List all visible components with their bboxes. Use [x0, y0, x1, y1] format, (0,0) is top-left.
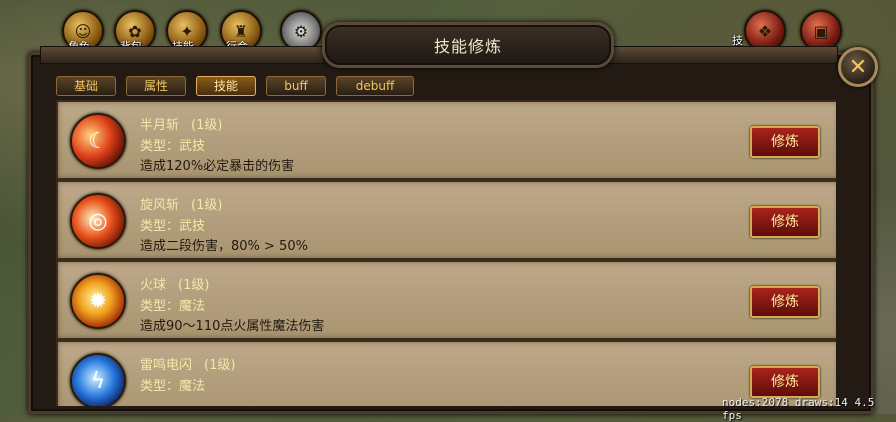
- title-wing-left: [40, 46, 324, 64]
- tab-bar: 基础 属性 技能 buff debuff: [56, 76, 414, 96]
- skill-level: (1级): [191, 198, 223, 213]
- tab-basic[interactable]: 基础: [56, 76, 116, 96]
- skill-level: (1级): [204, 358, 236, 373]
- skill-type: 类型：武技: [140, 219, 206, 234]
- tab-skills[interactable]: 技能: [196, 76, 256, 96]
- skill-level: (1级): [178, 278, 210, 293]
- tab-buff[interactable]: buff: [266, 76, 326, 96]
- skill-name: 半月斩: [140, 118, 180, 133]
- skill-row: ϟ 雷鸣电闪 (1级) 类型：魔法 修炼: [56, 340, 836, 406]
- window-title: 技能修炼: [322, 22, 614, 68]
- skill-description: 造成90～110点火属性魔法伤害: [140, 319, 325, 334]
- train-button[interactable]: 修炼: [750, 286, 820, 318]
- whirlwind-slash-icon: ◎: [70, 193, 126, 249]
- fireball-icon: ✹: [70, 273, 126, 329]
- skill-level: (1级): [191, 118, 223, 133]
- skill-name: 雷鸣电闪: [140, 358, 193, 373]
- skill-row: ◎ 旋风斩 (1级) 类型：武技 造成二段伤害，80% > 50% 修炼: [56, 180, 836, 260]
- tab-attributes[interactable]: 属性: [126, 76, 186, 96]
- skill-type: 类型：武技: [140, 139, 206, 154]
- skill-list[interactable]: ☾ 半月斩 (1级) 类型：武技 造成120%必定暴击的伤害 修炼 ◎ 旋风斩 (1…: [56, 100, 836, 406]
- title-wing-right: [608, 46, 838, 64]
- close-button[interactable]: ✕: [838, 47, 878, 87]
- skill-row: ☾ 半月斩 (1级) 类型：武技 造成120%必定暴击的伤害 修炼: [56, 100, 836, 180]
- debug-stats: nodes:2078 draws:14 4.5 fps: [722, 396, 875, 422]
- train-button[interactable]: 修炼: [750, 126, 820, 158]
- crescent-slash-icon: ☾: [70, 113, 126, 169]
- train-button[interactable]: 修炼: [750, 366, 820, 398]
- train-button[interactable]: 修炼: [750, 206, 820, 238]
- thunder-lightning-icon: ϟ: [70, 353, 126, 406]
- skill-type: 类型：魔法: [140, 379, 206, 394]
- skill-name: 火球: [140, 278, 167, 293]
- tab-debuff[interactable]: debuff: [336, 76, 414, 96]
- skill-description: 造成二段伤害，80% > 50%: [140, 239, 308, 254]
- skill-name: 旋风斩: [140, 198, 180, 213]
- skill-type: 类型：魔法: [140, 299, 206, 314]
- skill-description: 造成120%必定暴击的伤害: [140, 159, 295, 174]
- skill-row: ✹ 火球 (1级) 类型：魔法 造成90～110点火属性魔法伤害 修炼: [56, 260, 836, 340]
